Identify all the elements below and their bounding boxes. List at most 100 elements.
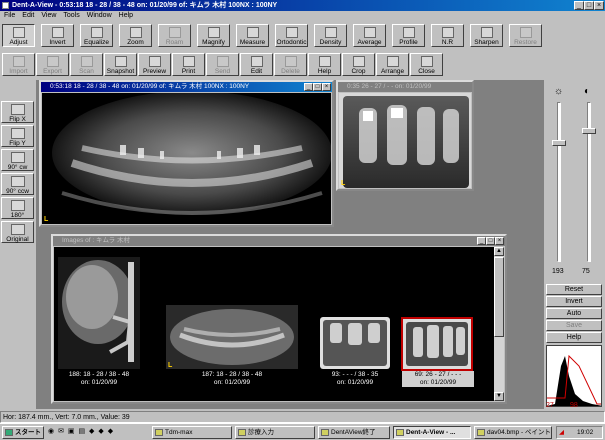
profile-button[interactable]: Profile: [392, 24, 425, 47]
help-button[interactable]: Help: [546, 332, 602, 343]
mail-icon[interactable]: ✉: [58, 428, 65, 435]
app-icon[interactable]: ◆: [108, 428, 114, 435]
maximize-button[interactable]: □: [584, 1, 594, 10]
desktop-icon[interactable]: ▣: [68, 428, 76, 435]
restore-button[interactable]: Restore: [509, 24, 542, 47]
n-r-button[interactable]: N.R: [431, 24, 464, 47]
minimize-button[interactable]: _: [574, 1, 584, 10]
browser-icon[interactable]: ◉: [48, 428, 55, 435]
button-label: Roam: [165, 39, 184, 46]
adjust-icon: [12, 27, 25, 38]
thumbnail-1-date: on: 01/20/99: [80, 379, 118, 386]
help-button[interactable]: Help: [308, 53, 341, 76]
task-tdm-max[interactable]: Tdm-max: [152, 426, 232, 439]
button-label: Ortodontic: [276, 39, 307, 46]
panoramic-xray-canvas[interactable]: L: [42, 93, 331, 224]
menu-edit[interactable]: Edit: [19, 11, 37, 21]
close-button[interactable]: ×: [594, 1, 604, 10]
roam-button[interactable]: Roam: [158, 24, 191, 47]
app-icon[interactable]: ◆: [98, 428, 104, 435]
send-button[interactable]: Send: [206, 53, 239, 76]
thumbnail-1[interactable]: [58, 257, 140, 369]
scroll-up-button[interactable]: ▲: [494, 247, 504, 256]
menu-window[interactable]: Window: [84, 11, 115, 21]
periapical-image-window[interactable]: 0:35 26 - 27 / - - on: 01/20/99 L: [336, 80, 474, 191]
contrast-slider-thumb[interactable]: [582, 128, 596, 134]
task-shinryo[interactable]: 診療入力: [235, 426, 315, 439]
equalize-button[interactable]: Equalize: [80, 24, 113, 47]
button-label: Import: [9, 68, 28, 75]
edit-button[interactable]: Edit: [240, 53, 273, 76]
ortodontic-button[interactable]: Ortodontic: [275, 24, 308, 47]
180-button[interactable]: 180°: [1, 197, 34, 219]
periapical-thumbnail-image: [320, 317, 390, 369]
folder-icon[interactable]: ▤: [78, 428, 86, 435]
zoom-button[interactable]: Zoom: [119, 24, 152, 47]
thumbnail-3[interactable]: [320, 317, 390, 369]
menu-file[interactable]: File: [1, 11, 18, 21]
thumbnail-2[interactable]: L: [166, 305, 298, 369]
button-label: Flip X: [9, 116, 26, 123]
measure-icon: [246, 27, 259, 38]
task-dent-a-view-active[interactable]: Dent-A-View - ...: [393, 426, 471, 439]
export-button[interactable]: Export: [36, 53, 69, 76]
density-button[interactable]: Density: [314, 24, 347, 47]
task-paint[interactable]: dav04.bmp - ペイント: [474, 426, 552, 439]
panoramic-image-window[interactable]: 0:53:18 18 - 28 / 38 - 48 on: 01/20/99 o…: [39, 80, 334, 227]
reset-button[interactable]: Reset: [546, 284, 602, 295]
orientation-marker: L: [44, 216, 49, 223]
menu-tools[interactable]: Tools: [60, 11, 82, 21]
gallery-minimize-button[interactable]: _: [477, 237, 486, 245]
scroll-down-button[interactable]: ▼: [494, 392, 504, 401]
panoramic-window-titlebar[interactable]: 0:53:18 18 - 28 / 38 - 48 on: 01/20/99 o…: [41, 82, 332, 92]
app-icon[interactable]: ◆: [89, 428, 95, 435]
menu-help[interactable]: Help: [116, 11, 136, 21]
brightness-slider-thumb[interactable]: [552, 140, 566, 146]
measure-button[interactable]: Measure: [236, 24, 269, 47]
invert-button[interactable]: Invert: [546, 296, 602, 307]
pano-minimize-button[interactable]: _: [304, 83, 313, 91]
snapshot-button[interactable]: Snapshot: [104, 53, 137, 76]
delete-icon: [284, 56, 297, 67]
menu-view[interactable]: View: [38, 11, 59, 21]
90-ccw-button[interactable]: 90° ccw: [1, 173, 34, 195]
magnify-button[interactable]: Magnify: [197, 24, 230, 47]
app-icon[interactable]: [2, 2, 9, 9]
pano-close-button[interactable]: ×: [322, 83, 331, 91]
average-button[interactable]: Average: [353, 24, 386, 47]
periapical-window-titlebar[interactable]: 0:35 26 - 27 / - - on: 01/20/99: [338, 82, 472, 92]
scan-button[interactable]: Scan: [70, 53, 103, 76]
90-cw-button[interactable]: 90° cw: [1, 149, 34, 171]
crop-button[interactable]: Crop: [342, 53, 375, 76]
preview-button[interactable]: Preview: [138, 53, 171, 76]
periapical-xray-canvas[interactable]: L: [339, 93, 471, 188]
gallery-close-button[interactable]: ×: [495, 237, 504, 245]
original-button[interactable]: Original: [1, 221, 34, 243]
save-button[interactable]: Save: [546, 320, 602, 331]
flip-x-button[interactable]: Flip X: [1, 101, 34, 123]
import-button[interactable]: Import: [2, 53, 35, 76]
close-button[interactable]: Close: [410, 53, 443, 76]
thumbnail-2-date: on: 01/20/99: [213, 379, 251, 386]
app-title-bar[interactable]: Dent-A-View - 0:53:18 18 - 28 / 38 - 48 …: [0, 0, 605, 11]
gallery-maximize-button[interactable]: □: [486, 237, 495, 245]
scroll-thumb[interactable]: [494, 257, 504, 337]
task-dentaview-exit[interactable]: DentAView終了: [318, 426, 390, 439]
contrast-slider-track[interactable]: [587, 102, 591, 262]
thumbnail-4-selected[interactable]: [401, 317, 473, 371]
gallery-scrollbar[interactable]: ▲ ▼: [494, 247, 504, 401]
gallery-window-titlebar[interactable]: Images of : キムラ 木村: [53, 236, 505, 246]
delete-button[interactable]: Delete: [274, 53, 307, 76]
start-button[interactable]: スタート: [2, 426, 44, 439]
patient-images-window[interactable]: Images of : キムラ 木村 _ □ × 188: 18 - 28 / …: [51, 234, 507, 404]
invert-button[interactable]: Invert: [41, 24, 74, 47]
print-button[interactable]: Print: [172, 53, 205, 76]
sharpen-button[interactable]: Sharpen: [470, 24, 503, 47]
arrange-button[interactable]: Arrange: [376, 53, 409, 76]
tray-icon[interactable]: ◢: [559, 427, 564, 438]
adjust-button[interactable]: Adjust: [2, 24, 35, 47]
auto-button[interactable]: Auto: [546, 308, 602, 319]
flip-y-button[interactable]: Flip Y: [1, 125, 34, 147]
pano-maximize-button[interactable]: □: [313, 83, 322, 91]
brightness-slider-track[interactable]: [557, 102, 561, 262]
